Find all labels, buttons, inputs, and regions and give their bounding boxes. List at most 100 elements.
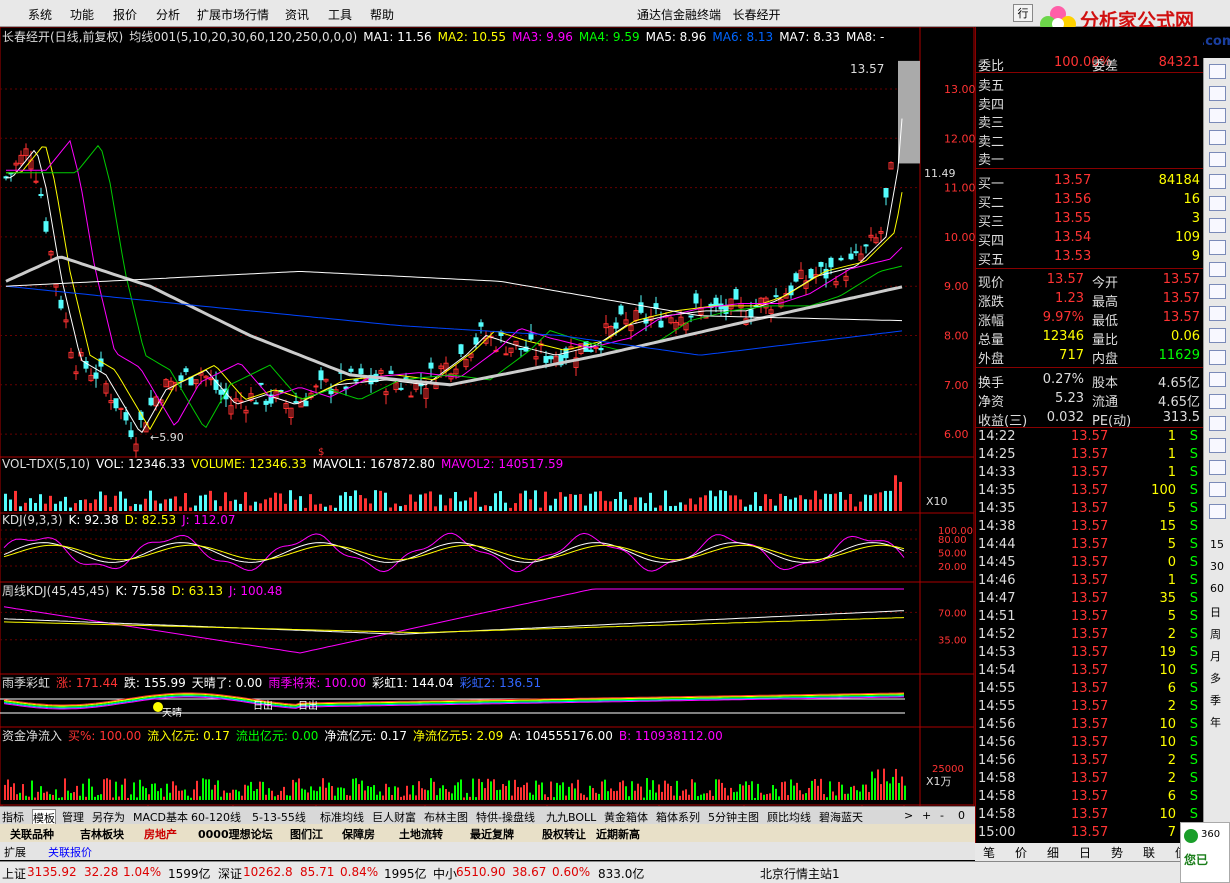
buy-row[interactable]: 买四 13.54 109 <box>976 229 1204 249</box>
period-button[interactable]: 30 <box>1210 560 1224 573</box>
tick-row[interactable]: 14:35 13.57 5 S <box>976 500 1204 518</box>
tab-nav-button[interactable]: > <box>904 809 913 822</box>
tick-row[interactable]: 14:53 13.57 19 S <box>976 644 1204 662</box>
related-tab[interactable]: 关联品种 <box>10 826 54 842</box>
toolbar-tool-icon[interactable] <box>1209 174 1226 189</box>
indicator-tab[interactable]: 5-13-55线 <box>252 809 306 825</box>
fund-row[interactable]: 收益(三) 0.032 PE(动) 313.5 <box>976 409 1204 429</box>
tick-tab[interactable]: 联 <box>1143 844 1155 861</box>
period-button[interactable]: 15 <box>1210 538 1224 551</box>
tick-row[interactable]: 14:56 13.57 10 S <box>976 734 1204 752</box>
toolbar-tool-icon[interactable] <box>1209 394 1226 409</box>
quote-row[interactable]: 外盘 717 内盘 11629 <box>976 347 1204 367</box>
toolbar-tool-icon[interactable] <box>1209 86 1226 101</box>
tick-row[interactable]: 14:54 13.57 10 S <box>976 662 1204 680</box>
tick-row[interactable]: 14:55 13.57 2 S <box>976 698 1204 716</box>
menu-analysis[interactable]: 分析 <box>156 6 180 23</box>
menu-quote[interactable]: 报价 <box>113 6 137 23</box>
related-tab[interactable]: 吉林板块 <box>80 826 124 842</box>
toolbar-tool-icon[interactable] <box>1209 64 1226 79</box>
indicator-tab[interactable]: MACD基本 <box>133 809 188 825</box>
buy-row[interactable]: 买五 13.53 9 <box>976 248 1204 268</box>
sell-row[interactable]: 卖四 <box>976 93 1204 113</box>
menu-ext-market[interactable]: 扩展市场行情 <box>197 6 269 23</box>
buy-row[interactable]: 买一 13.57 84184 <box>976 172 1204 192</box>
tick-row[interactable]: 14:56 13.57 2 S <box>976 752 1204 770</box>
tick-row[interactable]: 14:45 13.57 0 S <box>976 554 1204 572</box>
toolbar-tool-icon[interactable] <box>1209 262 1226 277</box>
notification-toast[interactable]: 360 您已 <box>1180 822 1230 883</box>
indicator-tab[interactable]: 管理 <box>62 809 84 825</box>
tick-row[interactable]: 14:46 13.57 1 S <box>976 572 1204 590</box>
sell-row[interactable]: 卖二 <box>976 130 1204 150</box>
related-tab[interactable]: 近期新高 <box>596 826 640 842</box>
tick-row[interactable]: 14:58 13.57 6 S <box>976 788 1204 806</box>
tick-row[interactable]: 14:47 13.57 35 S <box>976 590 1204 608</box>
weibi-row[interactable]: 委比 100.00% 委差 84321 <box>976 54 1204 74</box>
quote-row[interactable]: 总量 12346 量比 0.06 <box>976 328 1204 348</box>
related-tab[interactable]: 0000理想论坛 <box>198 826 273 842</box>
tick-row[interactable]: 14:35 13.57 100 S <box>976 482 1204 500</box>
sell-row[interactable]: 卖五 <box>976 74 1204 94</box>
tick-tab[interactable]: 势 <box>1111 844 1123 861</box>
toolbar-tool-icon[interactable] <box>1209 306 1226 321</box>
toolbar-tool-icon[interactable] <box>1209 152 1226 167</box>
tick-row[interactable]: 14:56 13.57 10 S <box>976 716 1204 734</box>
period-button[interactable]: 月 <box>1210 648 1221 664</box>
tick-row[interactable]: 15:0013.577S <box>976 824 1204 842</box>
period-button[interactable]: 多 <box>1210 670 1221 686</box>
kline-chart-area[interactable]: 长春经开(日线,前复权) 均线001(5,10,20,30,60,120,250,… <box>0 27 975 832</box>
tick-row[interactable]: 14:44 13.57 5 S <box>976 536 1204 554</box>
toolbar-tool-icon[interactable] <box>1209 108 1226 123</box>
tick-tab[interactable]: 细 <box>1047 844 1059 861</box>
fund-row[interactable]: 净资 5.23 流通 4.65亿 <box>976 390 1204 410</box>
indicator-tab[interactable]: 特供-操盘线 <box>476 809 535 825</box>
related-tab[interactable]: 股权转让 <box>542 826 586 842</box>
indicator-tab[interactable]: 箱体系列 <box>656 809 700 825</box>
toolbar-tool-icon[interactable] <box>1209 130 1226 145</box>
menu-news[interactable]: 资讯 <box>285 6 309 23</box>
period-button[interactable]: 日 <box>1210 604 1221 620</box>
toolbar-tool-icon[interactable] <box>1209 218 1226 233</box>
menu-function[interactable]: 功能 <box>70 6 94 23</box>
tick-row[interactable]: 14:22 13.57 1 S <box>976 428 1204 446</box>
indicator-tab[interactable]: 标准均线 <box>320 809 364 825</box>
toolbar-tool-icon[interactable] <box>1209 438 1226 453</box>
indicator-tab[interactable]: 碧海蓝天 <box>819 809 863 825</box>
menu-system[interactable]: 系统 <box>28 6 52 23</box>
buy-row[interactable]: 买三 13.55 3 <box>976 210 1204 230</box>
period-button[interactable]: 年 <box>1210 714 1221 730</box>
toolbar-tool-icon[interactable] <box>1209 416 1226 431</box>
menu-help[interactable]: 帮助 <box>370 6 394 23</box>
indicator-tab[interactable]: 九九BOLL <box>546 809 596 825</box>
tick-row[interactable]: 14:58 13.57 2 S <box>976 770 1204 788</box>
tab-nav-button[interactable]: 0 <box>958 809 965 822</box>
tick-row[interactable]: 14:51 13.57 5 S <box>976 608 1204 626</box>
fund-row[interactable]: 换手 0.27% 股本 4.65亿 <box>976 371 1204 391</box>
tab-nav-button[interactable]: - <box>940 809 944 822</box>
related-tab[interactable]: 土地流转 <box>399 826 443 842</box>
tick-row[interactable]: 14:52 13.57 2 S <box>976 626 1204 644</box>
toolbar-tool-icon[interactable] <box>1209 196 1226 211</box>
tick-row[interactable]: 14:33 13.57 1 S <box>976 464 1204 482</box>
quote-row[interactable]: 现价 13.57 今开 13.57 <box>976 271 1204 291</box>
toolbar-tool-icon[interactable] <box>1209 372 1226 387</box>
buy-row[interactable]: 买二 13.56 16 <box>976 191 1204 211</box>
tab-ext[interactable]: 扩展 <box>4 844 26 860</box>
indicator-tab[interactable]: 巨人财富 <box>372 809 416 825</box>
tick-tab[interactable]: 日 <box>1079 844 1091 861</box>
indicator-tab[interactable]: 顾比均线 <box>767 809 811 825</box>
related-tab[interactable]: 最近复牌 <box>470 826 514 842</box>
related-tab[interactable]: 图们江 <box>290 826 323 842</box>
indicator-tab[interactable]: 60-120线 <box>191 809 241 825</box>
indicator-tab[interactable]: 5分钟主图 <box>708 809 759 825</box>
indicator-tab[interactable]: 另存为 <box>92 809 125 825</box>
toolbar-tool-icon[interactable] <box>1209 482 1226 497</box>
sell-row[interactable]: 卖三 <box>976 111 1204 131</box>
toolbar-tool-icon[interactable] <box>1209 350 1226 365</box>
indicator-tab[interactable]: 指标 <box>2 809 24 825</box>
indicator-tab[interactable]: 布林主图 <box>424 809 468 825</box>
toolbar-tool-icon[interactable] <box>1209 240 1226 255</box>
quote-row[interactable]: 涨跌 1.23 最高 13.57 <box>976 290 1204 310</box>
toolbar-tool-icon[interactable] <box>1209 284 1226 299</box>
